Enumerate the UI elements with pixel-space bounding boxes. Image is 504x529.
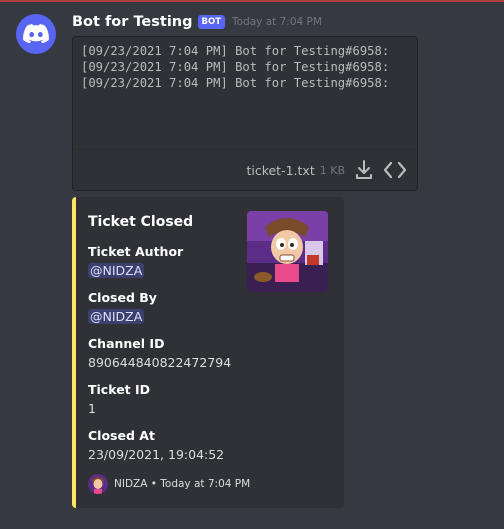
file-line: [09/23/2021 7:04 PM] Bot for Testing#695… — [81, 44, 390, 58]
file-line: [09/23/2021 7:04 PM] Bot for Testing#695… — [81, 76, 390, 90]
field-name: Channel ID — [88, 336, 165, 351]
field-closed-by: Closed By @NIDZA — [88, 290, 157, 324]
unread-divider — [0, 0, 504, 2]
user-avatar-icon — [88, 474, 108, 494]
embed-footer: NIDZA • Today at 7:04 PM — [88, 474, 250, 494]
field-value: 890644840822472794 — [88, 355, 232, 370]
embed-thumbnail[interactable] — [247, 211, 328, 292]
footer-avatar — [88, 474, 108, 494]
user-mention[interactable]: @NIDZA — [88, 263, 145, 278]
user-mention[interactable]: @NIDZA — [88, 309, 145, 324]
view-code-button[interactable] — [383, 161, 407, 179]
field-value: 1 — [88, 401, 96, 416]
field-name: Closed At — [88, 428, 155, 443]
field-value: 23/09/2021, 19:04:52 — [88, 447, 225, 462]
field-closed-at: Closed At 23/09/2021, 19:04:52 — [88, 428, 224, 462]
file-preview[interactable]: [09/23/2021 7:04 PM] Bot for Testing#695… — [73, 37, 417, 155]
field-ticket-author: Ticket Author @NIDZA — [88, 244, 183, 278]
ticket-closed-embed: Ticket Closed Ticket Author @NIDZA Close… — [72, 197, 344, 508]
code-icon — [383, 161, 407, 179]
embed-title: Ticket Closed — [88, 214, 194, 230]
file-size: 1 KB — [319, 163, 345, 177]
message-header: Bot for Testing BOT Today at 7:04 PM — [72, 12, 322, 32]
bot-avatar[interactable] — [16, 14, 56, 54]
field-channel-id: Channel ID 890644840822472794 — [88, 336, 231, 370]
username[interactable]: Bot for Testing — [72, 14, 193, 30]
discord-logo-icon — [23, 24, 49, 44]
file-line: [09/23/2021 7:04 PM] Bot for Testing#695… — [81, 60, 390, 74]
field-name: Ticket Author — [88, 244, 184, 259]
footer-text: NIDZA • Today at 7:04 PM — [114, 478, 251, 490]
field-ticket-id: Ticket ID 1 — [88, 382, 150, 416]
cartoon-character-thumbnail-icon — [247, 211, 328, 292]
attachment-footer: ticket-1.txt 1 KB — [73, 149, 417, 190]
download-icon — [356, 160, 372, 179]
bot-tag: BOT — [197, 15, 226, 29]
file-name[interactable]: ticket-1.txt — [246, 163, 314, 178]
text-file-attachment: [09/23/2021 7:04 PM] Bot for Testing#695… — [72, 36, 418, 191]
field-name: Ticket ID — [88, 382, 151, 397]
field-name: Closed By — [88, 290, 157, 305]
download-button[interactable] — [355, 160, 373, 180]
message-timestamp[interactable]: Today at 7:04 PM — [232, 16, 322, 28]
